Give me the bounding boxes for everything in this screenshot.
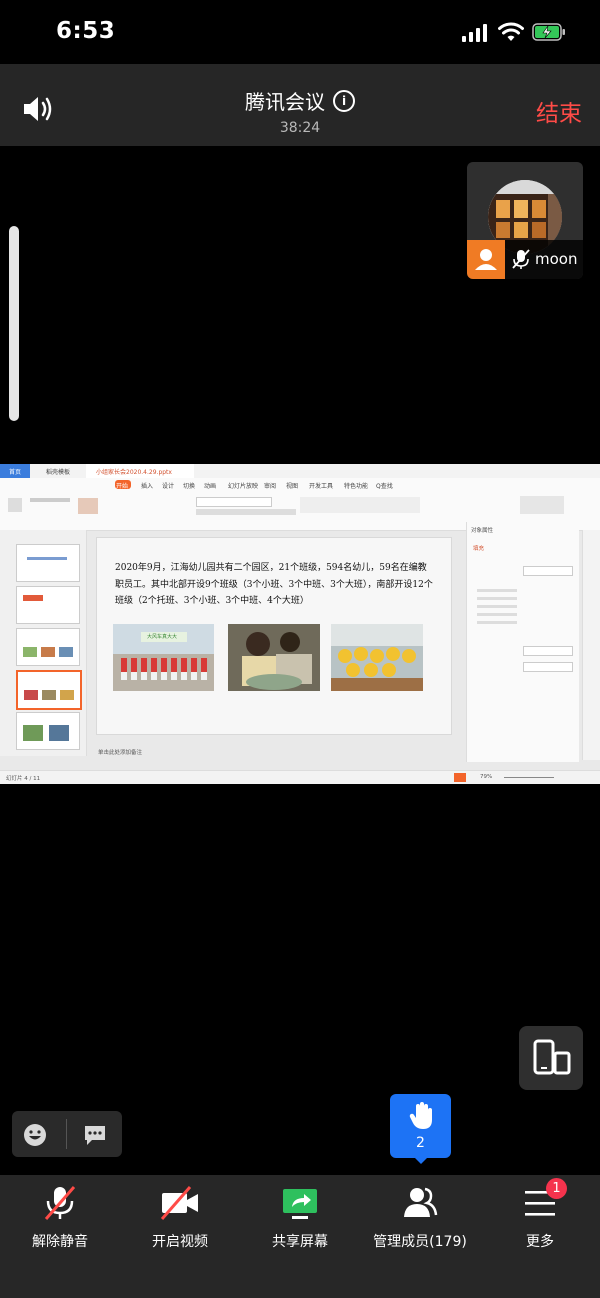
participant-video-tile[interactable]: moon: [467, 162, 583, 279]
current-slide[interactable]: 2020年9月，江海幼儿园共有二个园区，21个班级，594名幼儿，59名在编教职…: [96, 537, 452, 735]
meeting-title-area[interactable]: 腾讯会议 i: [0, 86, 600, 115]
ribbon-tab[interactable]: 插入: [141, 481, 153, 490]
photo-caption: 大风车真大大: [147, 634, 178, 640]
ribbon-tab[interactable]: 幻灯片放映: [228, 481, 258, 490]
unmute-button[interactable]: 解除静音: [0, 1175, 120, 1298]
ribbon-tab[interactable]: 动画: [204, 481, 216, 490]
zoom-slider[interactable]: [504, 777, 554, 778]
meeting-toolbar: 解除静音 开启视频 共享屏幕 管理成员(179) 更多: [0, 1175, 600, 1298]
slide-photo: [331, 624, 423, 691]
participant-name: moon: [535, 250, 578, 268]
unmute-label: 解除静音: [32, 1234, 88, 1250]
ribbon-tab[interactable]: 开始: [116, 481, 128, 490]
slide-thumbnail[interactable]: [16, 628, 80, 666]
end-meeting-button[interactable]: 结束: [536, 94, 582, 128]
raise-hand-list-button[interactable]: 2: [390, 1094, 451, 1158]
mic-muted-icon: [44, 1186, 76, 1220]
slide-text: 2020年9月，江海幼儿园共有二个园区，21个班级，594名幼儿，59名在编教职…: [115, 563, 433, 606]
ribbon-tab[interactable]: Q查找: [376, 481, 393, 490]
wifi-icon: [498, 22, 524, 41]
menu-bar: [0, 478, 600, 492]
slide-photo: 大风车真大大: [113, 624, 214, 691]
slide-thumbnail[interactable]: [16, 712, 80, 750]
object-properties-panel: 对象属性 填充: [466, 522, 579, 762]
ribbon-tab[interactable]: 设计: [162, 481, 174, 490]
app-tab-document[interactable]: 小组家长会2020.4.29.pptx: [96, 467, 172, 476]
manage-members-label: 管理成员(179): [373, 1234, 467, 1250]
share-screen-label: 共享屏幕: [272, 1234, 328, 1250]
app-tab-home[interactable]: 首页: [9, 467, 21, 476]
slide-thumbnail[interactable]: [16, 586, 80, 624]
cellular-signal-icon: [462, 24, 488, 42]
meeting-title: 腾讯会议: [245, 90, 325, 114]
raise-hand-icon: [409, 1102, 432, 1129]
notes-bar[interactable]: 单击此处添加备注: [88, 747, 450, 757]
ribbon-tab[interactable]: 视图: [286, 481, 298, 490]
ribbon-tab[interactable]: 审阅: [264, 481, 276, 490]
share-screen-icon: [283, 1189, 317, 1219]
video-off-icon: [160, 1186, 198, 1220]
ribbon-tab[interactable]: 开发工具: [309, 481, 333, 490]
slide-counter: 幻灯片 4 / 11: [6, 776, 41, 782]
status-time: 6:53: [56, 18, 116, 44]
raise-hand-count: 2: [416, 1135, 425, 1151]
switch-device-button[interactable]: [519, 1026, 583, 1090]
battery-charging-icon: [532, 23, 565, 41]
notes-placeholder: 单击此处添加备注: [98, 750, 143, 756]
share-screen-button[interactable]: 共享屏幕: [240, 1175, 360, 1298]
app-tab-template[interactable]: 稻壳模板: [46, 467, 70, 476]
panel-title: 对象属性: [471, 528, 494, 534]
manage-members-button[interactable]: 管理成员(179): [360, 1175, 480, 1298]
more-label: 更多: [526, 1234, 554, 1250]
start-video-label: 开启视频: [152, 1234, 208, 1250]
start-video-button[interactable]: 开启视频: [120, 1175, 240, 1298]
slide-thumbnail-active[interactable]: [16, 670, 82, 710]
switch-device-icon: [533, 1039, 571, 1075]
members-icon: [404, 1187, 438, 1217]
chat-icon[interactable]: [82, 1122, 108, 1148]
meeting-header: 腾讯会议 i 38:24 结束: [0, 64, 600, 146]
slide-photo: [228, 624, 320, 691]
app-status-bar: 幻灯片 4 / 11 79%: [0, 770, 600, 784]
ribbon-tab[interactable]: 特色功能: [344, 481, 368, 490]
scroll-handle[interactable]: [9, 226, 19, 421]
emoji-icon[interactable]: [22, 1122, 48, 1148]
ribbon-tab[interactable]: 切换: [183, 481, 195, 490]
more-button[interactable]: 更多: [480, 1175, 600, 1298]
panel-tab-fill[interactable]: 填充: [473, 544, 484, 552]
host-icon: [467, 240, 505, 279]
meeting-duration: 38:24: [279, 120, 321, 136]
zoom-level: 79%: [480, 774, 493, 780]
mic-off-icon: [512, 249, 530, 269]
slide-thumbnail[interactable]: [16, 544, 80, 582]
reaction-bar: [12, 1111, 122, 1157]
more-notification-badge: 1: [546, 1178, 567, 1199]
info-icon[interactable]: i: [333, 89, 355, 112]
side-tool-strip: [582, 530, 600, 760]
shared-screen[interactable]: 首页 稻壳模板 小组家长会2020.4.29.pptx 2020年9月，江海幼儿…: [0, 464, 600, 784]
